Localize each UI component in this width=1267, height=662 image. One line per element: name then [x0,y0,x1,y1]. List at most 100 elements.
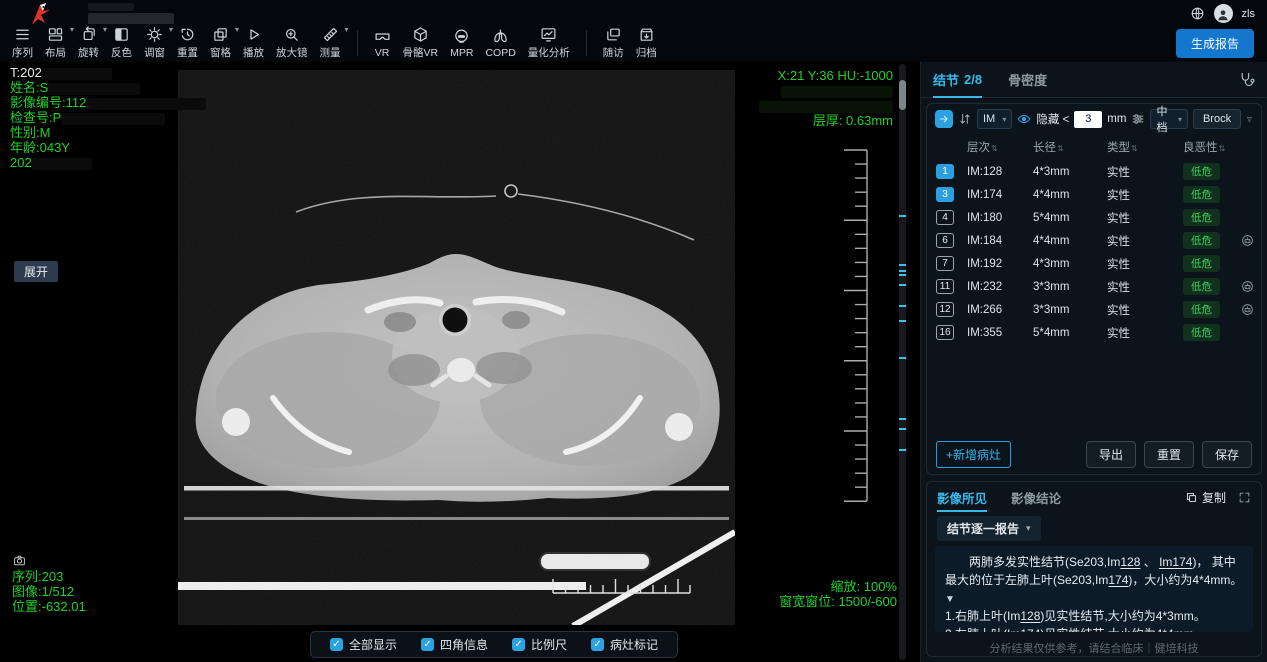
toolbar-copd[interactable]: COPD [479,28,521,59]
toolbar-vr[interactable]: VR [368,28,397,59]
nodule-row[interactable]: 1IM:1284*3mm实性低危× [927,160,1261,183]
nodule-row[interactable]: 7IM:1924*3mm实性低危× [927,252,1261,275]
nodule-index-badge: 7 [936,256,954,271]
toolbar-mpr[interactable]: MPR [444,28,479,59]
nodule-row[interactable]: 12IM:2663*3mm实性低危× [927,298,1261,321]
sliders-icon[interactable] [1131,112,1145,126]
nodule-row[interactable]: 11IM:2323*3mm实性低危× [927,275,1261,298]
nodule-type: 实性 [1107,325,1183,341]
toolbar-bone-vr[interactable]: 骨骼VR [397,26,445,60]
save-button[interactable]: 保存 [1202,441,1252,468]
export-button[interactable]: 导出 [1086,441,1136,468]
checkbox-checked-icon[interactable]: ✓ [512,638,525,651]
nodule-index-badge: 3 [936,187,954,202]
nodule-size: 4*3mm [1033,258,1107,270]
report-text-area[interactable]: 两肺多发实性结节(Se203,Im128 、 Im174)， 其中最大的位于左肺… [935,546,1253,632]
checkbox-checked-icon[interactable]: ✓ [330,638,343,651]
toggle-全部显示[interactable]: ✓全部显示 [330,636,397,653]
toolbar-followup[interactable]: 随访 [597,26,630,60]
sort-icon[interactable] [958,112,972,126]
nodule-slice-marker[interactable] [899,264,906,266]
brock-model-button[interactable]: Brock [1193,109,1241,129]
hide-threshold-input[interactable] [1074,111,1102,128]
toolbar-panes[interactable]: ▾窗格 [204,26,237,60]
checkbox-checked-icon[interactable]: ✓ [421,638,434,651]
risk-badge: 低危 [1183,278,1220,295]
report-image-link[interactable]: 128 [1120,555,1140,569]
col-type[interactable]: 类型⇅ [1107,139,1183,155]
grade-select[interactable]: 中档▾ [1150,109,1188,129]
username[interactable]: zls [1242,8,1255,20]
toggle-比例尺[interactable]: ✓比例尺 [512,636,567,653]
nodule-index-badge: 12 [936,302,954,317]
copy-button[interactable]: 复制 [1185,489,1226,506]
nodule-row[interactable]: 4IM:1805*4mm实性低危× [927,206,1261,229]
toolbar-quant-analysis[interactable]: 量化分析 [522,26,576,60]
nodule-slice-marker[interactable] [899,274,906,276]
locate-toggle[interactable] [935,110,953,128]
nodule-type: 实性 [1107,210,1183,226]
toolbar-measure[interactable]: ▾测量 [314,26,347,60]
nodule-size: 5*4mm [1033,212,1107,224]
toggle-病灶标记[interactable]: ✓病灶标记 [591,636,658,653]
globe-icon[interactable] [1190,6,1205,21]
risk-badge: 低危 [1183,232,1220,249]
series-select[interactable]: IM▾ [977,109,1012,129]
report-image-link[interactable]: 128 [1020,609,1040,623]
add-lesion-button[interactable]: +新增病灶 [936,441,1011,468]
cursor-info-overlay: X:21 Y:36 HU:-1000 层厚: 0.63mm [759,68,893,128]
stethoscope-icon[interactable] [1238,71,1255,88]
report-image-link[interactable]: 174 [1108,573,1128,587]
nodule-slice-marker[interactable] [899,270,906,272]
nodule-slice-marker[interactable] [899,305,906,307]
layout-icon [47,26,64,43]
ct-image[interactable] [178,70,735,625]
nodule-slice-marker[interactable] [899,357,906,359]
nodule-row[interactable]: 6IM:1844*4mm实性低危× [927,229,1261,252]
ct-viewport[interactable]: T:202 姓名:S 影像编号:112 检查号:P 性别:M 年龄:043Y 2… [0,62,920,662]
generate-report-button[interactable]: 生成报告 [1176,29,1254,58]
nodule-type: 实性 [1107,233,1183,249]
eye-icon[interactable] [1017,112,1031,126]
camera-icon[interactable] [12,554,27,567]
ai-detected-icon [1241,257,1254,270]
nodule-slice-marker[interactable] [899,449,906,451]
tab-findings[interactable]: 影像所见 [937,482,987,512]
nodule-slice-marker[interactable] [899,418,906,420]
toolbar-invert[interactable]: 反色 [105,26,138,60]
expand-button[interactable]: 展开 [14,261,58,282]
slice-scrollbar[interactable] [899,64,906,660]
col-size[interactable]: 长径⇅ [1033,139,1107,155]
nodule-row[interactable]: 3IM:1744*4mm实性低危× [927,183,1261,206]
toolbar-magnifier[interactable]: 放大镜 [270,26,314,60]
nodule-slice-marker[interactable] [899,215,906,217]
tab-nodule[interactable]: 结节2/8 [933,62,982,98]
toolbar-window-level[interactable]: ▾调窗 [138,26,171,60]
nodule-slice-marker[interactable] [899,320,906,322]
collapse-caret-icon[interactable]: ▼ [945,594,955,605]
toolbar-rotate[interactable]: ▾旋转 [72,26,105,60]
toolbar-sequence[interactable]: 序列 [6,26,39,60]
toggle-四角信息[interactable]: ✓四角信息 [421,636,488,653]
slice-scrollbar-thumb[interactable] [899,80,906,110]
tab-conclusion[interactable]: 影像结论 [1011,482,1061,512]
filter-icon[interactable] [1246,113,1253,126]
nodule-row[interactable]: 16IM:3555*4mm实性低危× [927,321,1261,344]
tab-bone-density[interactable]: 骨密度 [1008,62,1047,98]
toolbar-reset[interactable]: 重置 [171,26,204,60]
nodule-slice-marker[interactable] [899,428,906,430]
report-image-link[interactable]: Im174 [1159,555,1192,569]
scale-ruler [836,148,870,508]
toolbar-archive[interactable]: 归档 [630,26,663,60]
col-risk[interactable]: 良恶性⇅ [1183,139,1241,155]
avatar[interactable] [1214,4,1233,23]
fullscreen-icon[interactable] [1238,491,1251,504]
toolbar-layout[interactable]: ▾布局 [39,26,72,60]
nodule-actions: +新增病灶 导出 重置 保存 [927,434,1261,474]
col-layer[interactable]: 层次⇅ [967,139,1033,155]
reset-button[interactable]: 重置 [1144,441,1194,468]
toolbar-play[interactable]: 播放 [237,26,270,60]
nodule-slice-marker[interactable] [899,284,906,286]
report-mode-select[interactable]: 结节逐一报告▾ [937,516,1041,541]
checkbox-checked-icon[interactable]: ✓ [591,638,604,651]
